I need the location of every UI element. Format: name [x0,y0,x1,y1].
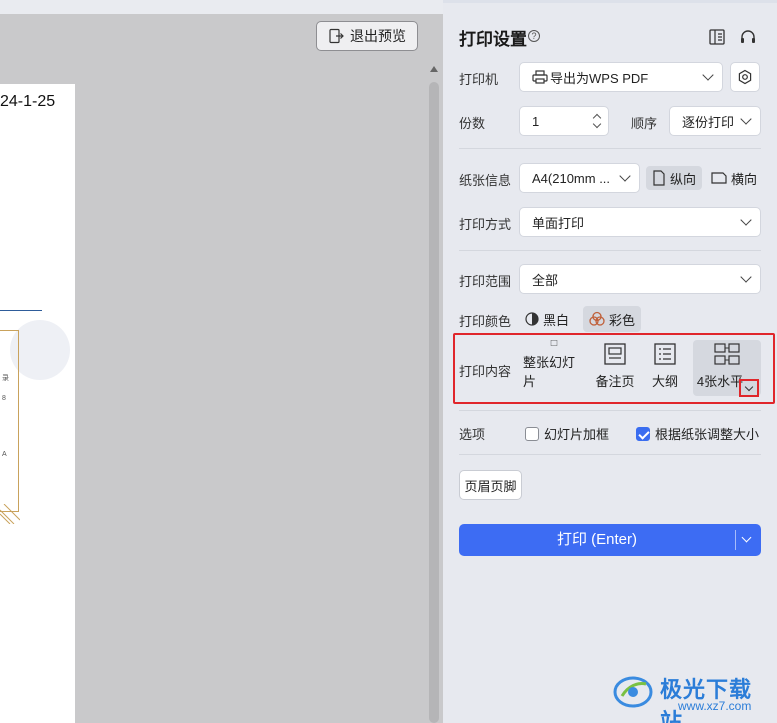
print-range-label: 打印范围 [459,274,512,289]
print-preview-window: 退出预览 24-1-25 录 8 A 打印设置 ? 打印机 导出为WPS PDF [0,0,777,723]
copies-stepper[interactable]: 1 [519,106,609,136]
header-footer-label: 页眉页脚 [464,478,517,494]
chevron-down-icon [740,271,752,283]
section-divider [459,454,761,455]
copies-value: 1 [532,113,540,129]
chevron-down-icon [740,113,752,125]
fit-to-paper-checkbox[interactable]: 根据纸张调整大小 [636,424,759,443]
print-mode-select[interactable]: 单面打印 [519,207,761,237]
print-button-label: 打印 (Enter) [556,531,637,548]
page-content-frame [0,330,19,512]
exit-icon [329,28,344,44]
gear-icon [738,69,752,85]
site-watermark: 极光下载站 www.xz7.com [612,668,772,723]
portrait-page-icon [653,170,665,186]
page-side-text: A [2,451,7,458]
page-date: 24-1-25 [0,93,56,110]
watermark-logo-icon [613,676,653,708]
exit-preview-label: 退出预览 [350,28,406,44]
content-highlight-box [453,333,775,404]
layout-icon[interactable] [708,28,726,46]
copies-label: 份数 [459,116,486,131]
section-divider [459,250,761,251]
panel-title: 打印设置 [459,30,527,49]
page-rule-line [0,310,42,311]
paper-label: 纸张信息 [459,173,512,188]
landscape-page-icon [711,172,727,184]
preview-top-strip [0,0,443,14]
landscape-option[interactable]: 横向 [705,166,763,190]
headset-icon[interactable] [739,28,757,46]
order-select[interactable]: 逐份打印 [669,106,761,136]
preview-pane: 退出预览 24-1-25 录 8 A [0,0,443,723]
watermark-text: 极光下载站 [660,677,753,723]
bw-option[interactable]: 黑白 [519,306,575,332]
print-button[interactable]: 打印 (Enter) [459,524,761,556]
bw-icon [525,312,539,326]
decrement-icon[interactable] [592,119,602,129]
landscape-label: 横向 [731,171,758,187]
frame-slides-label: 幻灯片加框 [544,427,610,442]
checkbox-box[interactable] [636,426,650,441]
exit-preview-button[interactable]: 退出预览 [316,21,418,51]
checkbox-box[interactable] [525,426,539,441]
color-label: 彩色 [609,312,636,328]
page-side-text: 录 [2,375,9,382]
printer-label: 打印机 [459,72,499,87]
fit-to-paper-label: 根据纸张调整大小 [655,427,760,442]
paper-size-select[interactable]: A4(210mm ... [519,163,640,193]
scroll-up-arrow[interactable] [430,66,438,72]
print-button-separator [735,530,736,550]
bw-label: 黑白 [543,312,570,328]
print-range-select[interactable]: 全部 [519,264,761,294]
options-label: 选项 [459,427,486,442]
frame-slides-checkbox[interactable]: 幻灯片加框 [525,424,609,443]
printer-properties-button[interactable] [730,62,760,92]
help-icon[interactable]: ? [528,30,540,42]
print-color-label: 打印颜色 [459,314,512,329]
watermark-url: www.xz7.com [678,699,752,713]
printer-icon [532,70,548,84]
chevron-down-icon [740,214,752,226]
section-divider [459,410,761,411]
chevron-down-icon [619,170,631,182]
header-footer-button[interactable]: 页眉页脚 [459,470,522,500]
page-decoration [10,320,70,380]
print-settings-panel: 打印设置 ? 打印机 导出为WPS PDF 份数 1 顺序 逐份打印 纸张信息 [443,0,777,723]
preview-scrollbar-thumb[interactable] [429,82,439,723]
page-side-text: 8 [2,395,6,402]
color-option[interactable]: 彩色 [583,306,642,332]
print-mode-value: 单面打印 [532,215,585,231]
order-value: 逐份打印 [682,114,735,130]
print-range-value: 全部 [532,272,559,288]
printer-value: 导出为WPS PDF [550,70,649,86]
page-hatch-decoration [0,504,20,524]
paper-size-value: A4(210mm ... [532,170,611,186]
panel-top-line [443,0,777,3]
order-label: 顺序 [631,116,658,131]
chevron-down-icon [702,69,714,81]
section-divider [459,148,761,149]
portrait-label: 纵向 [670,171,697,187]
print-options-chevron-icon[interactable] [741,532,752,543]
portrait-option[interactable]: 纵向 [646,166,703,190]
print-mode-label: 打印方式 [459,217,512,232]
color-palette-icon [589,311,605,326]
printer-select[interactable]: 导出为WPS PDF [519,62,723,92]
preview-page: 24-1-25 录 8 A [0,84,75,723]
